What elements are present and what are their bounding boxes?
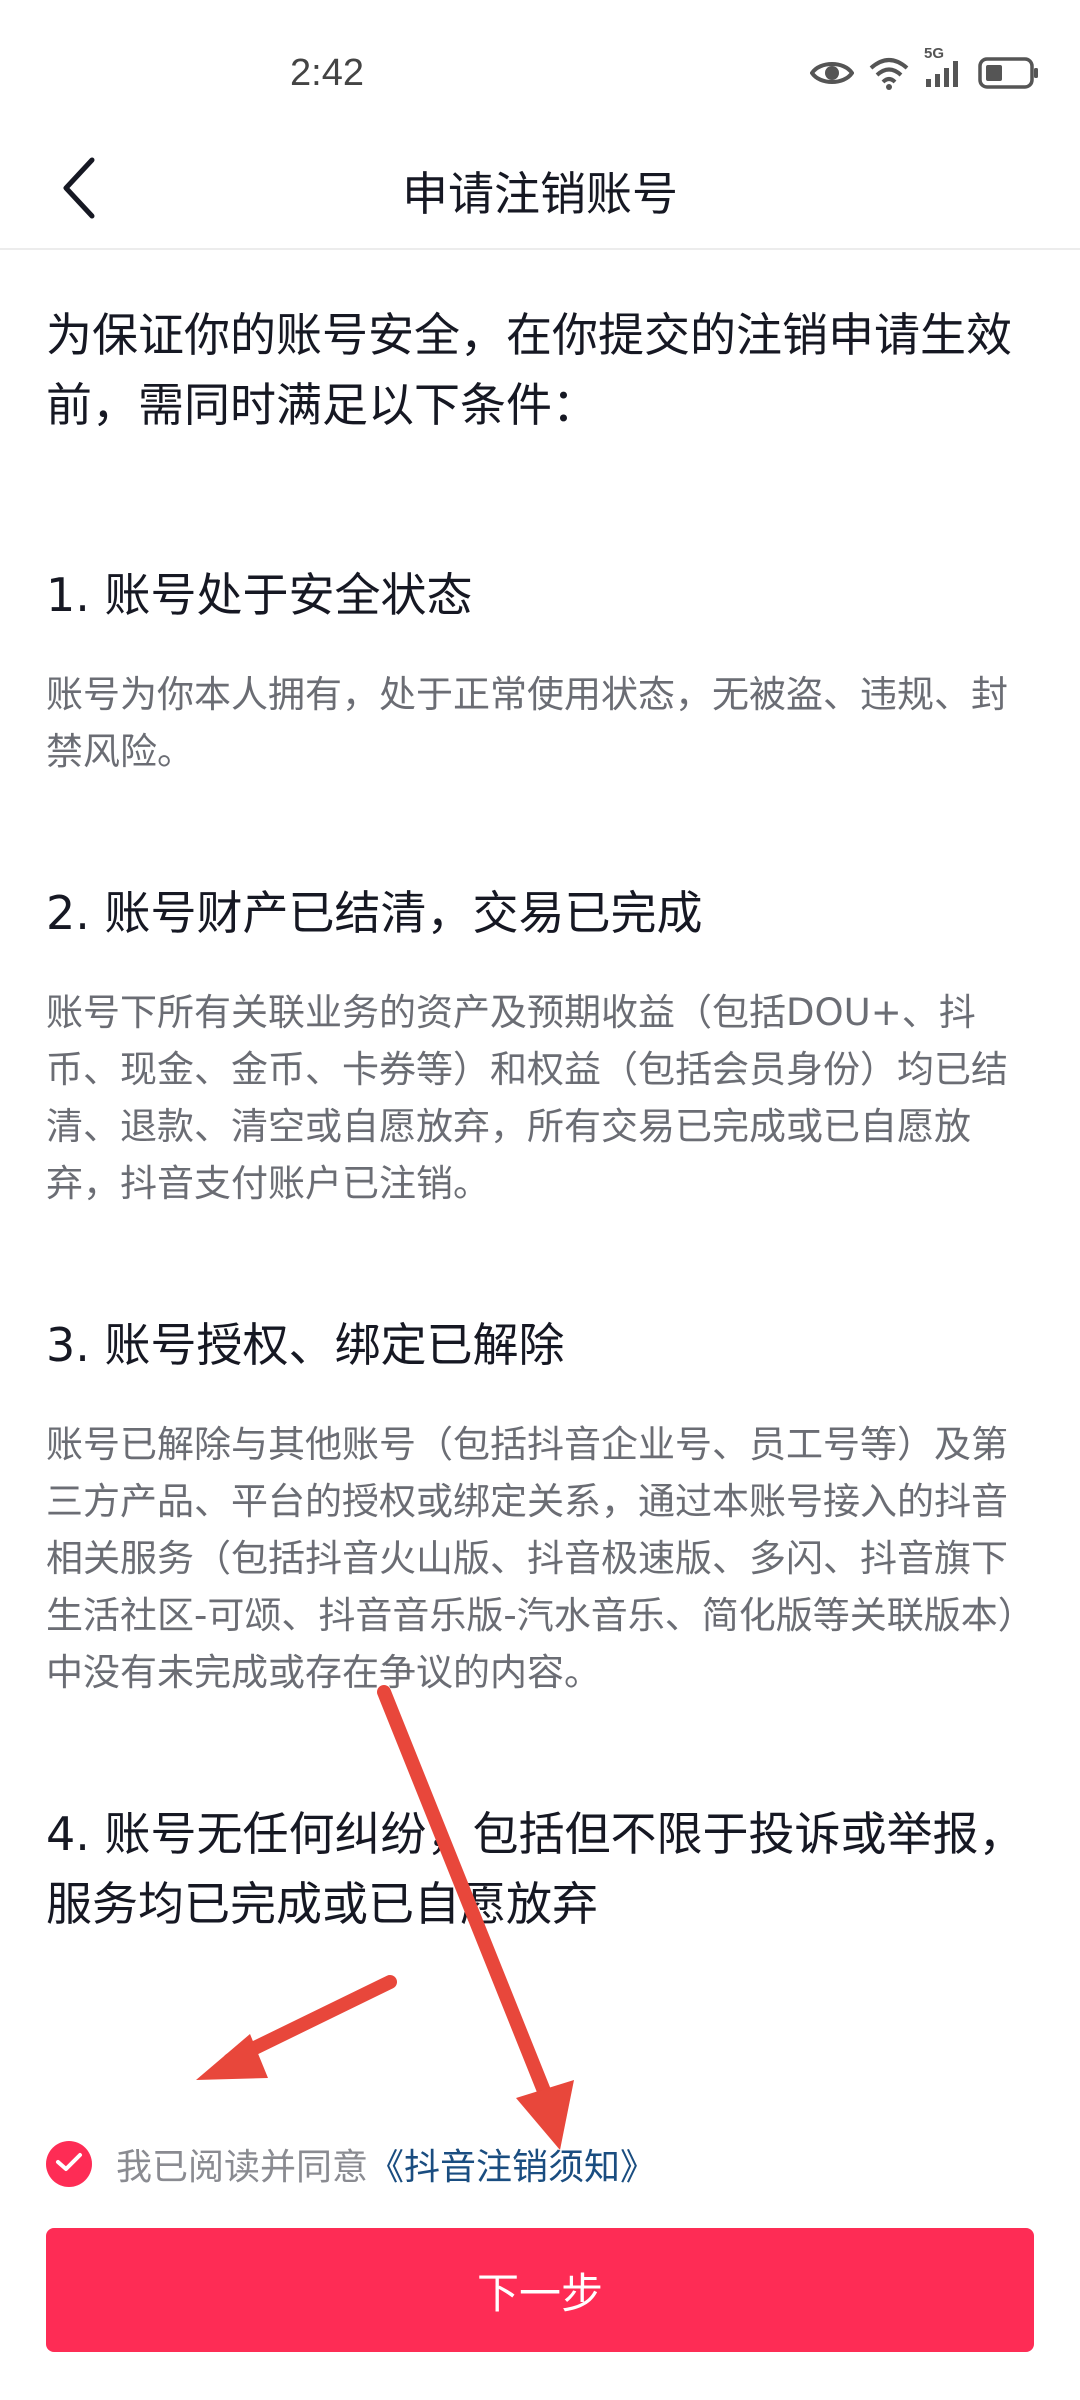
condition-heading: 4. 账号无任何纠纷，包括但不限于投诉或举报，服务均已完成或已自愿放弃 (46, 1807, 1025, 1931)
nav-bar: 申请注销账号 (0, 130, 1080, 250)
agree-checkbox[interactable] (46, 2141, 92, 2187)
condition-description: 账号下所有关联业务的资产及预期收益（包括DOU+、抖币、现金、金币、卡券等）和权… (46, 991, 1008, 1205)
eye-icon (810, 58, 854, 88)
wifi-icon (868, 56, 910, 90)
network-label: 5G (924, 45, 945, 62)
checkmark-icon (55, 2151, 83, 2177)
conditions-content: 为保证你的账号安全，在你提交的注销申请生效前，需同时满足以下条件： 1. 账号处… (46, 300, 1036, 1939)
cellular-signal-icon: 5G (924, 45, 964, 89)
page-title: 申请注销账号 (402, 167, 678, 221)
agreement-row: 我已阅读并同意 《抖音注销须知》 (46, 2138, 656, 2190)
condition-description: 账号为你本人拥有，处于正常使用状态，无被盗、违规、封禁风险。 (46, 673, 1008, 773)
condition-heading: 1. 账号处于安全状态 (46, 568, 473, 622)
battery-icon (978, 56, 1040, 90)
status-bar: 2:42 5G (0, 0, 1080, 130)
status-icons: 5G (810, 45, 1040, 90)
next-step-button[interactable]: 下一步 (46, 2228, 1034, 2352)
agreement-text: 我已阅读并同意 (116, 2147, 369, 2188)
cancellation-notice-link[interactable]: 《抖音注销须知》 (368, 2138, 656, 2190)
status-time: 2:42 (290, 52, 364, 94)
condition-heading: 3. 账号授权、绑定已解除 (46, 1318, 565, 1372)
condition-description: 账号已解除与其他账号（包括抖音企业号、员工号等）及第三方产品、平台的授权或绑定关… (46, 1423, 1035, 1694)
arrow-to-checkbox (196, 1975, 397, 2080)
condition-heading: 2. 账号财产已结清，交易已完成 (46, 886, 703, 940)
intro-text: 为保证你的账号安全，在你提交的注销申请生效前，需同时满足以下条件： (46, 308, 1012, 432)
